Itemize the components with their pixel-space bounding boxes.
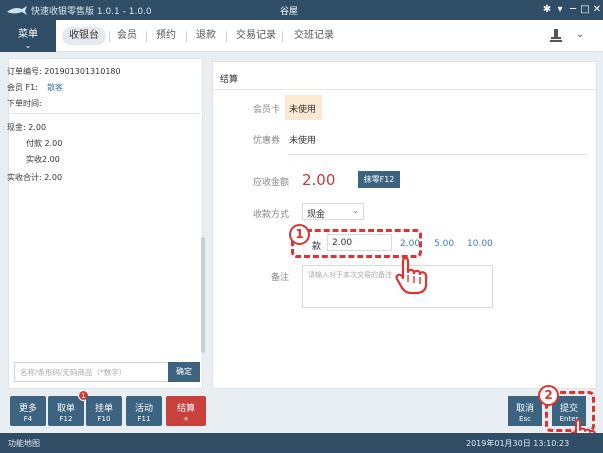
settle-title: 结算 bbox=[220, 75, 239, 85]
member-card-label: 会员卡 bbox=[253, 105, 281, 115]
checkout-key: + bbox=[183, 415, 189, 423]
hold-label: 挂单 bbox=[94, 404, 113, 414]
paid-amount: 付款 2.00 bbox=[26, 139, 63, 148]
coupon-label: 优惠券 bbox=[253, 136, 281, 146]
chevron-down-icon: ⌄ bbox=[24, 41, 32, 50]
gear-icon[interactable]: ✱ bbox=[540, 3, 554, 17]
quick-amount[interactable]: 5.00 bbox=[434, 239, 454, 249]
menu-label: 菜单 bbox=[18, 29, 38, 40]
received-amount: 实收2.00 bbox=[26, 155, 60, 164]
app-title: 快速收银零售版 1.0.1 - 1.0.0 bbox=[31, 7, 152, 17]
cancel-key: Esc bbox=[519, 415, 531, 423]
chevron-down-icon[interactable]: ▾ bbox=[553, 3, 567, 17]
member-card-value: 未使用 bbox=[289, 105, 317, 115]
promotion-button[interactable]: 活动 F11 bbox=[126, 396, 162, 426]
retrieve-order-button[interactable]: 取单 F12 bbox=[48, 396, 84, 426]
checkout-label: 结算 bbox=[176, 404, 195, 414]
member-link[interactable]: 散客 bbox=[47, 82, 63, 93]
coupon-value[interactable]: 未使用 bbox=[289, 133, 316, 146]
chevron-down-icon[interactable]: ⌄ bbox=[576, 29, 584, 40]
amount-due-label: 应收金额 bbox=[253, 178, 290, 188]
divider bbox=[9, 113, 201, 114]
round-off-button[interactable]: 抹零F12 bbox=[358, 171, 400, 188]
payment-amount-label: 款 bbox=[312, 242, 322, 252]
promotion-key: F11 bbox=[137, 415, 151, 423]
cancel-button[interactable]: 取消 Esc bbox=[508, 396, 542, 426]
payment-method-value: 现金 bbox=[307, 210, 326, 220]
divider bbox=[288, 154, 588, 155]
divider bbox=[213, 89, 596, 90]
hold-order-button[interactable]: 挂单 F10 bbox=[86, 396, 122, 426]
tab-reservation[interactable]: 预约 bbox=[149, 27, 183, 45]
hold-key: F10 bbox=[97, 415, 111, 423]
pointer-hand-icon bbox=[395, 256, 428, 295]
menu-button[interactable]: 菜单 ⌄ bbox=[0, 20, 56, 52]
payment-method-label: 收款方式 bbox=[253, 210, 290, 220]
quick-amount[interactable]: 10.00 bbox=[467, 239, 493, 249]
amount-due-value: 2.00 bbox=[302, 171, 336, 189]
more-button[interactable]: 更多 F4 bbox=[10, 396, 46, 426]
close-icon[interactable]: ✕ bbox=[590, 3, 603, 17]
confirm-button[interactable]: 确定 bbox=[168, 362, 200, 382]
step-1-badge: 1 bbox=[289, 224, 310, 245]
tab-refund[interactable]: 退款 bbox=[189, 27, 223, 45]
app-window: 快速收银零售版 1.0.1 - 1.0.0 谷屋 ✱ ▾ ─ □ ✕ 菜单 ⌄ … bbox=[0, 0, 603, 453]
quick-amount[interactable]: 2.00 bbox=[400, 239, 420, 249]
more-label: 更多 bbox=[18, 404, 37, 414]
chevron-down-icon: ⌄ bbox=[352, 206, 359, 215]
retrieve-label: 取单 bbox=[56, 404, 75, 414]
tab-divider bbox=[146, 31, 147, 42]
received-total: 实收合计: 2.00 bbox=[7, 173, 63, 182]
promotion-label: 活动 bbox=[134, 404, 153, 414]
feature-map-link[interactable]: 功能地图 bbox=[8, 438, 40, 449]
tab-checkout[interactable]: 收银台 bbox=[62, 27, 106, 45]
order-time: 下单时间: bbox=[7, 99, 42, 108]
checkout-button[interactable]: 结算 + bbox=[166, 396, 206, 426]
tab-member[interactable]: 会员 bbox=[110, 27, 144, 45]
window-center-title: 谷屋 bbox=[280, 7, 299, 17]
member-prefix: 会员 F1: bbox=[7, 83, 38, 92]
status-bar: 功能地图 2019年01月30日 13:10:23 bbox=[0, 433, 603, 453]
more-key: F4 bbox=[23, 415, 33, 423]
tab-divider bbox=[226, 31, 227, 42]
tab-shift-records[interactable]: 交班记录 bbox=[287, 27, 341, 45]
status-time: 2019年01月30日 13:10:23 bbox=[466, 439, 570, 448]
tab-transactions[interactable]: 交易记录 bbox=[229, 27, 283, 45]
title-bar: 快速收银零售版 1.0.1 - 1.0.0 谷屋 ✱ ▾ ─ □ ✕ bbox=[0, 0, 603, 20]
remark-label: 备注 bbox=[271, 273, 290, 283]
step-2-badge: 2 bbox=[538, 385, 559, 406]
scrollbar[interactable] bbox=[201, 237, 205, 353]
retrieve-key: F12 bbox=[59, 415, 73, 423]
payment-amount-input[interactable]: 2.00 bbox=[327, 234, 392, 251]
tab-divider bbox=[282, 31, 283, 42]
cancel-label: 取消 bbox=[515, 404, 534, 414]
order-number: 订单编号: 201901301310180 bbox=[7, 67, 121, 76]
cash-total: 现金: 2.00 bbox=[7, 123, 47, 132]
shark-logo-icon bbox=[7, 6, 27, 15]
product-search-input[interactable]: 名称/条形码/无码商品（*数字） bbox=[14, 362, 169, 382]
cashier-icon[interactable] bbox=[549, 28, 563, 44]
tab-divider bbox=[186, 31, 187, 42]
payment-method-select[interactable]: 现金 ⌄ bbox=[302, 203, 364, 220]
